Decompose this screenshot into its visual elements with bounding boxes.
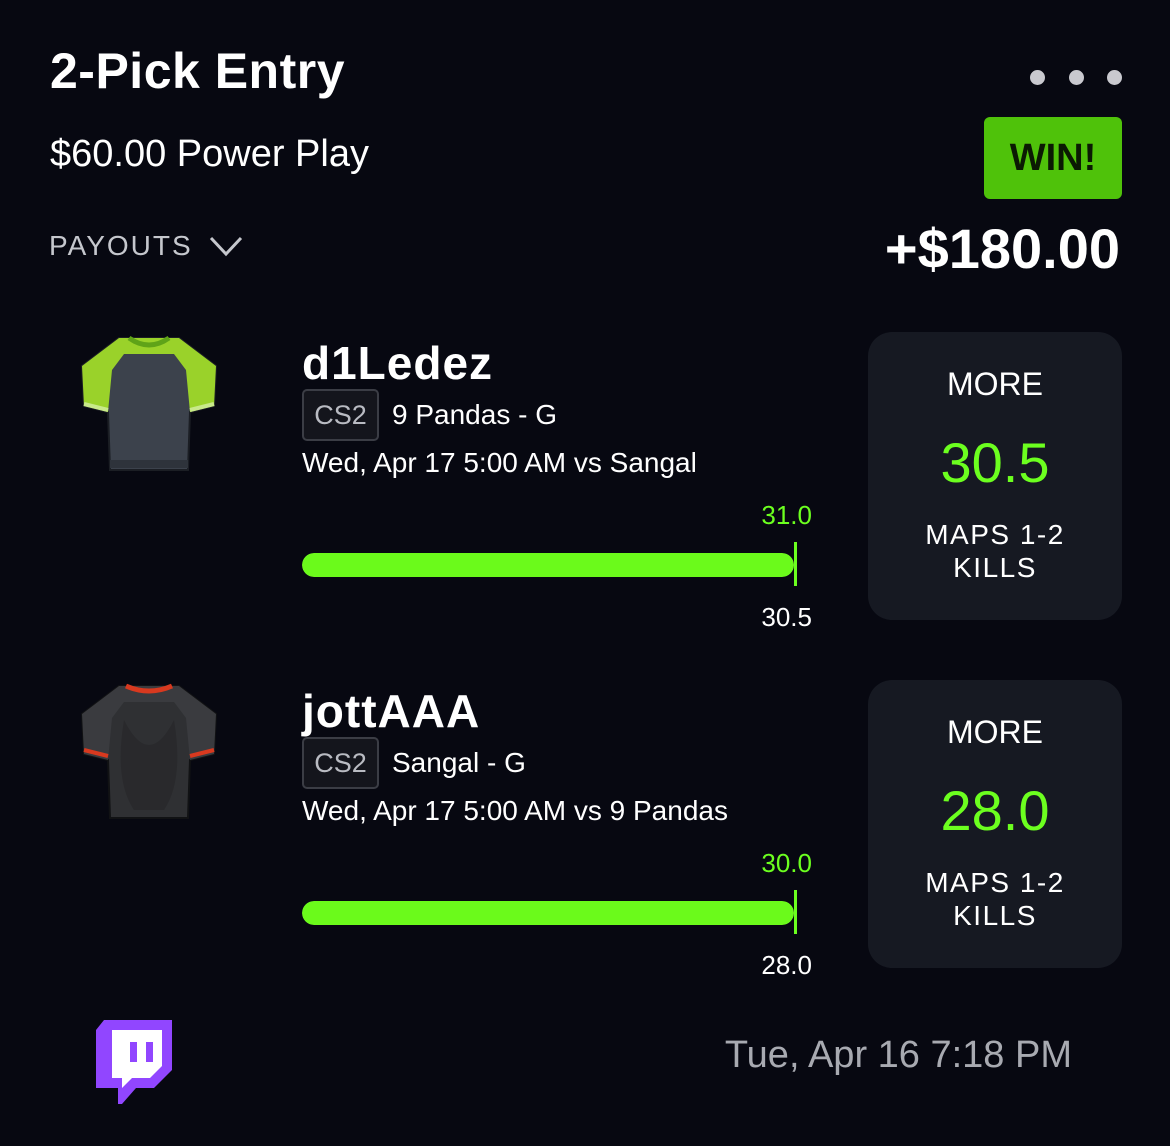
pick-row[interactable]: jottAAA CS2 Sangal - G Wed, Apr 17 5:00 … xyxy=(0,680,1170,980)
payout-amount: +$180.00 xyxy=(884,217,1120,280)
pick-row[interactable]: d1Ledez CS2 9 Pandas - G Wed, Apr 17 5:0… xyxy=(0,332,1170,632)
progress-bar xyxy=(302,553,794,577)
more-dot xyxy=(1030,69,1045,85)
progress-bar xyxy=(302,901,794,925)
projection-card[interactable]: MORE 28.0 MAPS 1-2 KILLS xyxy=(868,680,1122,968)
line-marker xyxy=(794,542,797,586)
projection-stat: MAPS 1-2 KILLS xyxy=(925,867,1065,931)
entry-title: 2-Pick Entry xyxy=(50,43,346,99)
line-value: 28.0 xyxy=(761,950,812,980)
entry-timestamp: Tue, Apr 16 7:18 PM xyxy=(724,1034,1072,1076)
entry-subtitle: $60.00 Power Play xyxy=(50,133,369,175)
game-tag: CS2 xyxy=(302,737,379,789)
game-tag: CS2 xyxy=(302,389,379,441)
line-marker xyxy=(794,890,797,934)
more-dot xyxy=(1107,69,1122,85)
player-name: d1Ledez xyxy=(302,337,494,389)
player-name: jottAAA xyxy=(302,685,481,737)
more-dots-icon[interactable] xyxy=(1030,66,1122,88)
twitch-icon[interactable] xyxy=(96,1020,172,1108)
progress-fill xyxy=(302,553,794,577)
payouts-toggle[interactable]: PAYOUTS xyxy=(49,230,243,262)
progress-fill xyxy=(302,901,794,925)
green-sleeve-jersey-icon xyxy=(80,335,218,471)
match-info: Wed, Apr 17 5:00 AM vs Sangal xyxy=(302,447,697,478)
projection-line: 28.0 xyxy=(940,779,1050,842)
team-position: Sangal - G xyxy=(392,747,526,778)
match-info: Wed, Apr 17 5:00 AM vs 9 Pandas xyxy=(302,795,728,826)
projection-direction: MORE xyxy=(947,366,1043,402)
projection-line: 30.5 xyxy=(940,431,1050,494)
chevron-down-icon xyxy=(209,236,242,257)
more-dot xyxy=(1068,69,1084,85)
team-position: 9 Pandas - G xyxy=(392,399,557,430)
projection-card[interactable]: MORE 30.5 MAPS 1-2 KILLS xyxy=(868,332,1122,620)
projection-stat: MAPS 1-2 KILLS xyxy=(925,519,1065,583)
actual-value: 31.0 xyxy=(761,500,812,530)
line-value: 30.5 xyxy=(761,602,812,632)
projection-direction: MORE xyxy=(947,714,1043,750)
payouts-label: PAYOUTS xyxy=(49,230,193,261)
status-badge: WIN! xyxy=(984,117,1122,199)
black-red-jersey-icon xyxy=(80,683,218,819)
actual-value: 30.0 xyxy=(761,848,812,878)
